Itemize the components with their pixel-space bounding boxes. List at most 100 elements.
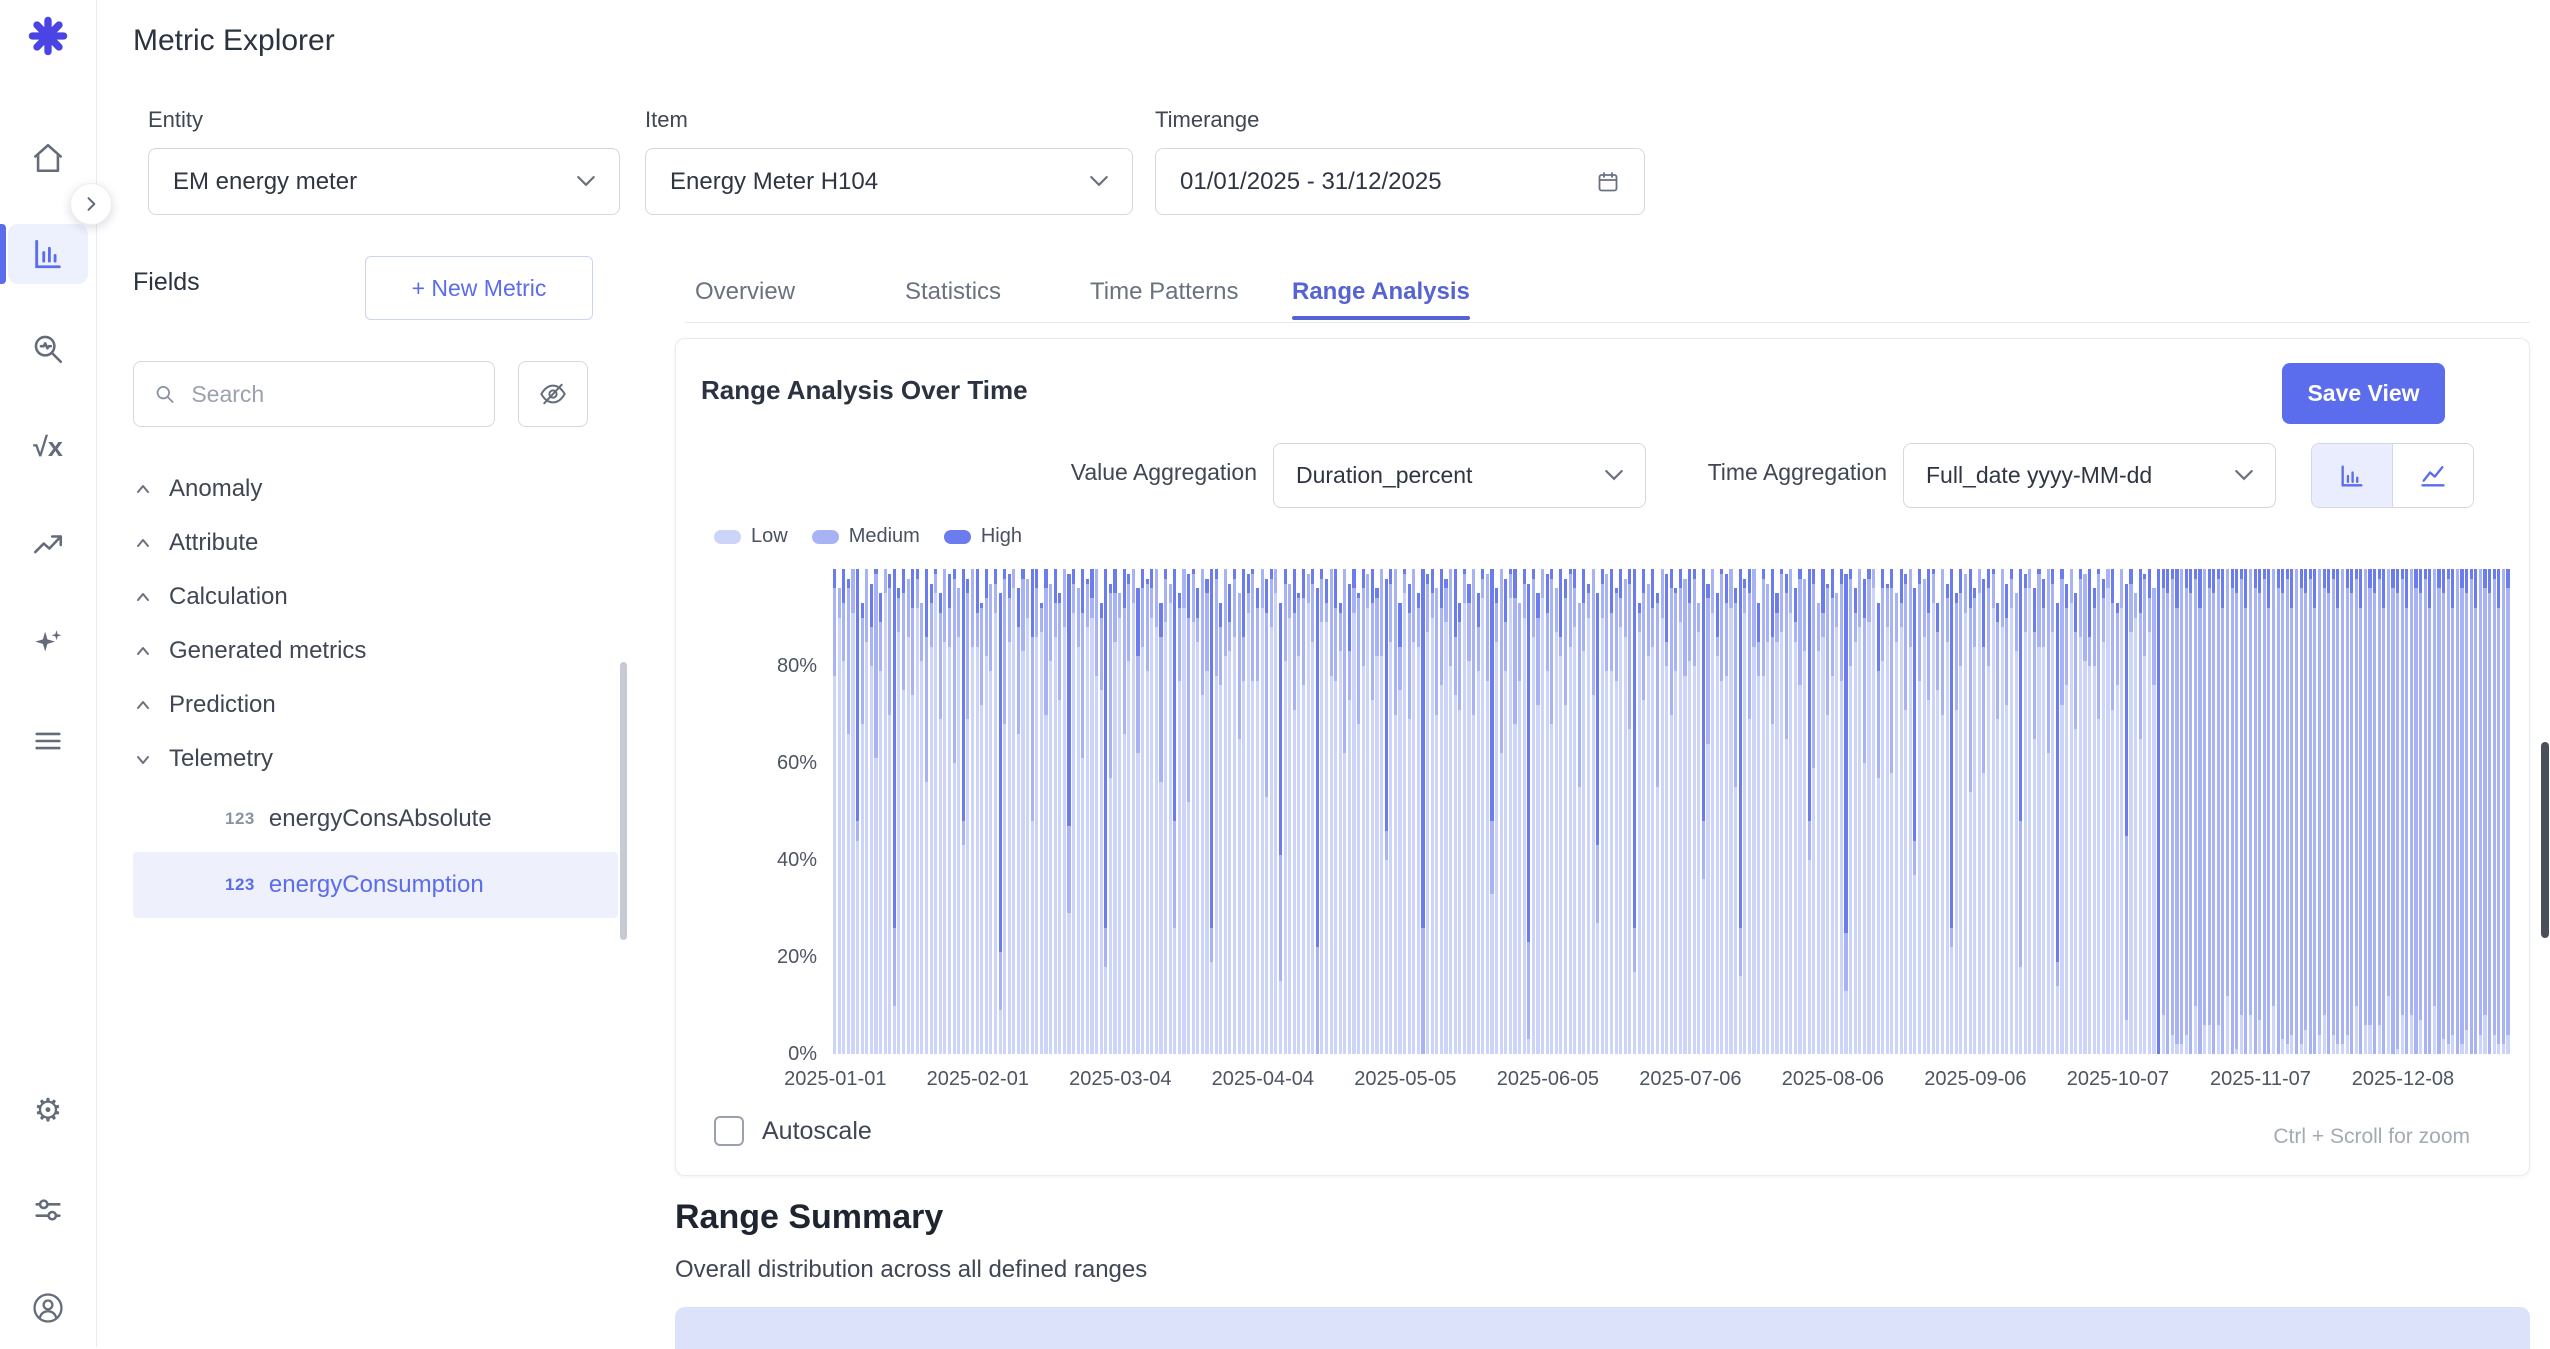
bar xyxy=(2336,569,2339,1054)
range-analysis-chart[interactable]: 0%20%40%60%80%2025-01-012025-02-012025-0… xyxy=(833,569,2511,1054)
autoscale-checkbox[interactable] xyxy=(714,1116,744,1146)
field-category-anomaly[interactable]: Anomaly xyxy=(133,462,593,516)
bar xyxy=(2152,588,2155,1054)
tab-statistics[interactable]: Statistics xyxy=(905,278,1001,306)
bar xyxy=(1624,579,1627,1054)
bar xyxy=(1752,569,1755,1054)
bar xyxy=(1251,569,1254,1054)
new-metric-button[interactable]: + New Metric xyxy=(365,256,593,320)
chevron-up-icon xyxy=(133,587,153,607)
time-aggregation-label: Time Aggregation xyxy=(1708,459,1887,486)
nav-preferences[interactable] xyxy=(22,1186,74,1234)
nav-menu[interactable] xyxy=(22,717,74,765)
bar xyxy=(2097,569,2100,1054)
bar xyxy=(1081,569,1084,1054)
nav-trends[interactable] xyxy=(22,521,74,569)
bar xyxy=(2019,569,2022,1054)
bar xyxy=(2327,569,2330,1054)
bar xyxy=(953,569,956,1054)
bar xyxy=(1688,569,1691,1054)
field-energyconsumption[interactable]: 123 energyConsumption xyxy=(133,852,618,918)
bar xyxy=(2171,569,2174,1054)
bar xyxy=(2355,569,2358,1054)
nav-home[interactable] xyxy=(22,134,74,182)
nav-account[interactable] xyxy=(22,1284,74,1332)
bar xyxy=(2083,574,2086,1054)
bar xyxy=(2405,569,2408,1054)
legend-label: Medium xyxy=(849,525,920,548)
bar xyxy=(2015,593,2018,1054)
bar xyxy=(1141,569,1144,1054)
low-swatch xyxy=(714,530,741,544)
entity-select[interactable]: EM energy meter xyxy=(148,148,620,215)
nav-formulas[interactable]: √x xyxy=(22,423,74,471)
sliders-icon xyxy=(31,1193,65,1227)
time-aggregation-value: Full_date yyyy-MM-dd xyxy=(1926,462,2235,489)
active-tab-underline xyxy=(1292,316,1470,320)
field-category-calculation[interactable]: Calculation xyxy=(133,570,593,624)
field-energyconsabsolute[interactable]: 123 energyConsAbsolute xyxy=(133,788,618,850)
bar xyxy=(1398,603,1401,1054)
field-category-prediction[interactable]: Prediction xyxy=(133,678,593,732)
menu-lines-icon xyxy=(31,724,65,758)
fields-search[interactable] xyxy=(133,361,495,427)
page-scrollbar[interactable] xyxy=(2541,742,2549,938)
bar xyxy=(1716,593,1719,1054)
search-input[interactable] xyxy=(189,380,474,409)
tab-range-analysis[interactable]: Range Analysis xyxy=(1292,278,1470,306)
bar xyxy=(1311,569,1314,1054)
nav-metric-explorer[interactable] xyxy=(22,230,74,278)
bar xyxy=(2051,569,2054,1054)
tab-time-patterns[interactable]: Time Patterns xyxy=(1090,278,1239,306)
bar xyxy=(2359,569,2362,1054)
bar xyxy=(1100,603,1103,1054)
bar-chart-toggle[interactable] xyxy=(2312,444,2393,507)
sidebar-expand-button[interactable] xyxy=(70,183,112,225)
fields-scrollbar[interactable] xyxy=(620,662,627,940)
bar xyxy=(1941,569,1944,1054)
range-summary-subtitle: Overall distribution across all defined … xyxy=(675,1256,1147,1284)
bar xyxy=(1169,584,1172,1054)
bar xyxy=(916,569,919,1054)
field-category-attribute[interactable]: Attribute xyxy=(133,516,593,570)
bar xyxy=(2194,569,2197,1054)
tab-overview[interactable]: Overview xyxy=(695,278,795,306)
bar xyxy=(1532,569,1535,1054)
timerange-picker[interactable]: 01/01/2025 - 31/12/2025 xyxy=(1155,148,1645,215)
bar xyxy=(2433,569,2436,1054)
bar xyxy=(1932,569,1935,1054)
bar xyxy=(1210,569,1213,1054)
bar-chart-icon xyxy=(2338,462,2366,490)
line-chart-toggle[interactable] xyxy=(2393,444,2473,507)
bar xyxy=(2437,569,2440,1054)
bar xyxy=(1182,569,1185,1054)
value-aggregation-select[interactable]: Duration_percent xyxy=(1273,443,1646,508)
bar xyxy=(1247,574,1250,1054)
bar xyxy=(2313,569,2316,1054)
bar xyxy=(994,569,997,1054)
bar xyxy=(2120,569,2123,1054)
time-aggregation-select[interactable]: Full_date yyyy-MM-dd xyxy=(1903,443,2276,508)
bar xyxy=(1477,593,1480,1054)
hide-fields-button[interactable] xyxy=(518,361,588,427)
bar xyxy=(1661,569,1664,1054)
bar xyxy=(1725,574,1728,1054)
x-tick-label: 2025-01-01 xyxy=(784,1068,886,1091)
bar xyxy=(2424,569,2427,1054)
item-select[interactable]: Energy Meter H104 xyxy=(645,148,1133,215)
bar xyxy=(1913,588,1916,1054)
save-view-button[interactable]: Save View xyxy=(2282,363,2445,424)
field-category-telemetry[interactable]: Telemetry xyxy=(133,732,593,786)
bar xyxy=(1601,569,1604,1054)
bar xyxy=(1895,593,1898,1054)
nav-insights[interactable] xyxy=(22,619,74,667)
bar xyxy=(2203,569,2206,1054)
field-category-generated-metrics[interactable]: Generated metrics xyxy=(133,624,593,678)
page-title: Metric Explorer xyxy=(133,24,335,58)
bar xyxy=(976,569,979,1054)
nav-explore[interactable] xyxy=(22,325,74,373)
bar xyxy=(2258,569,2261,1054)
bar xyxy=(2497,569,2500,1054)
app-logo[interactable] xyxy=(24,12,72,60)
nav-settings[interactable]: ⚙ xyxy=(22,1086,74,1134)
